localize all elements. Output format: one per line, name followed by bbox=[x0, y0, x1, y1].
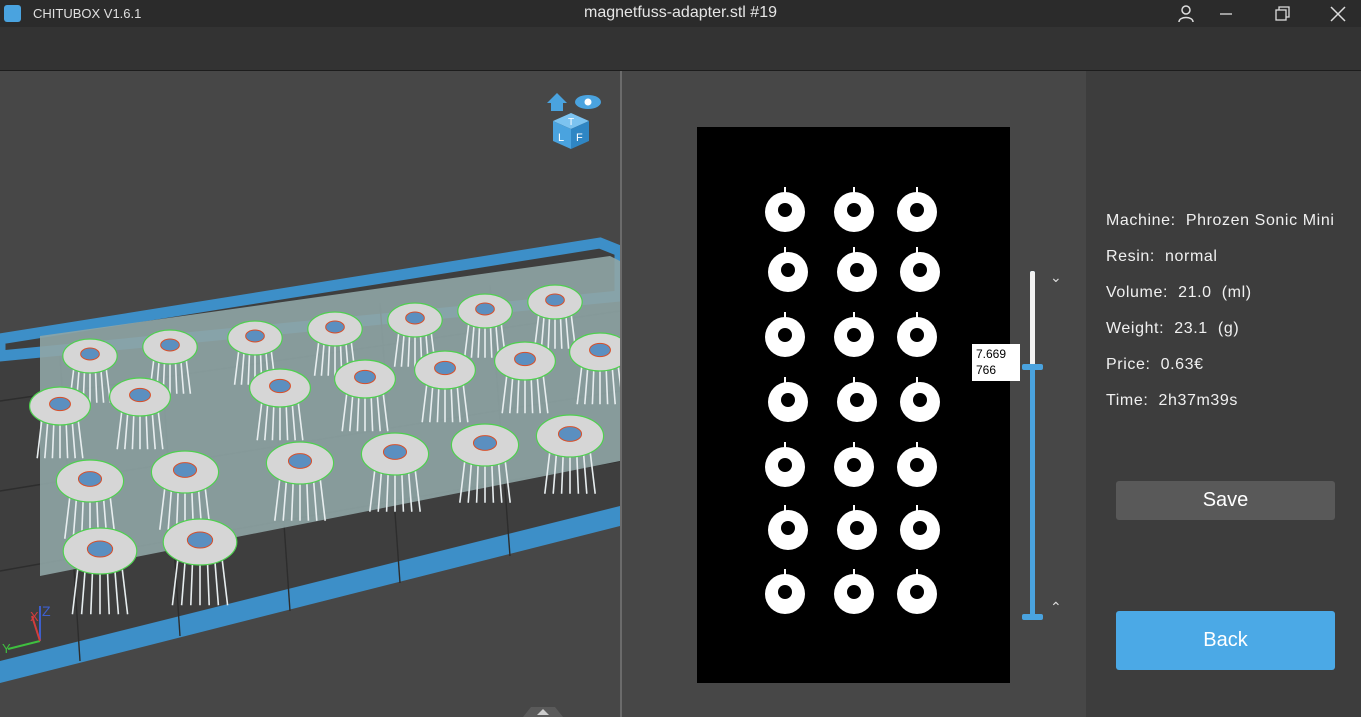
layer-section bbox=[834, 569, 874, 614]
build-plate-scene: Z X Y bbox=[0, 237, 620, 683]
resin-info: Resin: normal bbox=[1106, 248, 1218, 266]
layer-slider-handle[interactable] bbox=[1022, 364, 1043, 370]
layer-up-icon[interactable]: ⌃ bbox=[1050, 599, 1062, 616]
time-value: 2h37m39s bbox=[1158, 392, 1239, 409]
x-axis-label: X bbox=[30, 609, 39, 624]
time-info: Time: 2h37m39s bbox=[1106, 392, 1238, 410]
machine-value: Phrozen Sonic Mini bbox=[1185, 212, 1335, 229]
layer-section bbox=[897, 569, 937, 614]
resin-value: normal bbox=[1165, 248, 1218, 265]
layer-section bbox=[765, 442, 805, 487]
layer-section bbox=[834, 312, 874, 357]
volume-unit: (ml) bbox=[1221, 284, 1252, 301]
layer-section bbox=[837, 377, 877, 422]
layer-section bbox=[837, 505, 877, 550]
layer-section bbox=[900, 505, 940, 550]
close-icon bbox=[1330, 5, 1346, 22]
layer-section bbox=[768, 377, 808, 422]
nav-cube[interactable]: T L F bbox=[545, 91, 605, 155]
layer-section bbox=[897, 187, 937, 232]
save-button[interactable]: Save bbox=[1116, 481, 1335, 520]
layer-section bbox=[834, 442, 874, 487]
layer-section bbox=[768, 247, 808, 292]
print-info-panel: Machine: Phrozen Sonic Mini Resin: norma… bbox=[1086, 71, 1361, 717]
weight-label: Weight: bbox=[1106, 320, 1165, 337]
layer-section bbox=[837, 247, 877, 292]
back-button[interactable]: Back bbox=[1116, 611, 1335, 670]
layer-readout: 7.669 766 bbox=[972, 344, 1020, 381]
machine-info: Machine: Phrozen Sonic Mini bbox=[1106, 212, 1334, 230]
minimize-button[interactable] bbox=[1206, 0, 1246, 27]
layer-section bbox=[900, 377, 940, 422]
resin-label: Resin: bbox=[1106, 248, 1155, 265]
restore-button[interactable] bbox=[1262, 0, 1302, 27]
machine-label: Machine: bbox=[1106, 212, 1176, 229]
layer-section bbox=[765, 187, 805, 232]
3d-viewport[interactable]: Z X Y T L F bbox=[0, 71, 620, 717]
layer-preview-canvas bbox=[697, 127, 1010, 683]
layer-section bbox=[768, 505, 808, 550]
window-title: magnetfuss-adapter.stl #19 bbox=[583, 4, 777, 21]
close-button[interactable] bbox=[1318, 0, 1358, 27]
layer-down-icon[interactable]: ⌄ bbox=[1050, 269, 1062, 286]
layer-cross-sections bbox=[765, 187, 940, 614]
account-button[interactable] bbox=[1166, 0, 1206, 27]
minimize-icon bbox=[1220, 12, 1232, 15]
volume-label: Volume: bbox=[1106, 284, 1169, 301]
weight-value: 23.1 bbox=[1174, 320, 1208, 337]
layer-index-value: 766 bbox=[976, 363, 997, 377]
layer-section bbox=[897, 442, 937, 487]
layer-slider-bottom-handle[interactable] bbox=[1022, 614, 1043, 620]
weight-info: Weight: 23.1 (g) bbox=[1106, 320, 1239, 338]
layer-section bbox=[900, 247, 940, 292]
user-icon bbox=[1178, 4, 1194, 22]
restore-icon bbox=[1275, 5, 1290, 21]
nav-cube-left-label: L bbox=[558, 132, 564, 144]
weight-unit: (g) bbox=[1217, 320, 1240, 337]
price-label: Price: bbox=[1106, 356, 1151, 373]
layer-slider-remaining bbox=[1030, 271, 1035, 366]
layer-section bbox=[765, 569, 805, 614]
volume-info: Volume: 21.0 (ml) bbox=[1106, 284, 1252, 302]
z-axis-label: Z bbox=[42, 603, 51, 619]
nav-cube-front-label: F bbox=[576, 132, 583, 144]
layer-section bbox=[897, 312, 937, 357]
title-bar: CHITUBOX V1.6.1 magnetfuss-adapter.stl #… bbox=[0, 0, 1361, 27]
nav-cube-top-label: T bbox=[568, 117, 574, 128]
layer-section bbox=[834, 187, 874, 232]
slice-preview-panel: ⌄ 7.669 766 ⌃ bbox=[622, 71, 1086, 717]
expand-panel-icon[interactable] bbox=[523, 703, 563, 717]
layer-height-value: 7.669 bbox=[976, 347, 1007, 361]
y-axis-label: Y bbox=[2, 641, 11, 656]
price-value: 0.63€ bbox=[1160, 356, 1204, 373]
time-label: Time: bbox=[1106, 392, 1149, 409]
home-view-icon[interactable] bbox=[547, 93, 567, 111]
toolbar bbox=[0, 27, 1361, 71]
volume-value: 21.0 bbox=[1178, 284, 1212, 301]
price-info: Price: 0.63€ bbox=[1106, 356, 1204, 374]
layer-section bbox=[765, 312, 805, 357]
